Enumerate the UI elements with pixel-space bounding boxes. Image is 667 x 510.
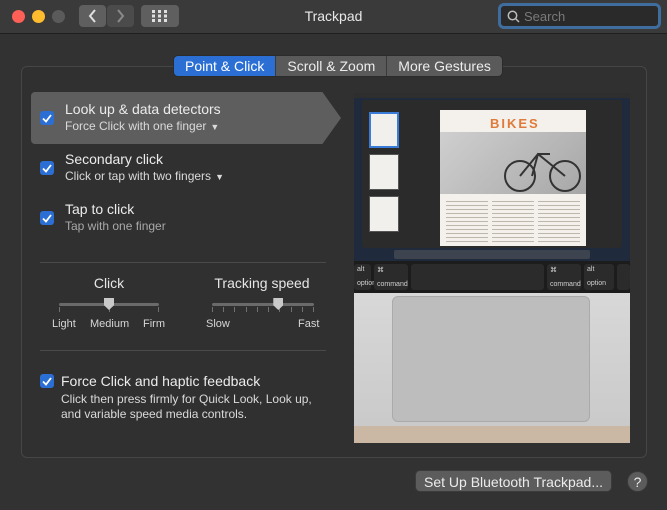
preview-thumbnail bbox=[369, 112, 399, 148]
preview-trackpad bbox=[392, 296, 590, 422]
preview-document: BIKES bbox=[440, 110, 586, 246]
preview-screen: BIKES bbox=[354, 93, 630, 261]
option-subtitle[interactable]: Force Click with one finger ▼ bbox=[65, 119, 219, 133]
key-label: option bbox=[587, 280, 607, 287]
tab-bar: Point & Click Scroll & Zoom More Gesture… bbox=[173, 55, 503, 77]
click-slider-label: Click bbox=[93, 275, 125, 291]
title-bar: Trackpad bbox=[0, 0, 667, 34]
tab-scroll-zoom[interactable]: Scroll & Zoom bbox=[276, 56, 388, 76]
tab-point-click[interactable]: Point & Click bbox=[174, 56, 277, 76]
tab-more-gestures[interactable]: More Gestures bbox=[387, 56, 502, 76]
setup-bluetooth-trackpad-button[interactable]: Set Up Bluetooth Trackpad... bbox=[415, 470, 612, 492]
preview-doc-heading: BIKES bbox=[490, 116, 540, 131]
preview-doc-columns bbox=[446, 198, 580, 242]
checkmark-icon bbox=[42, 163, 52, 173]
tracking-max-label: Fast bbox=[298, 318, 320, 330]
key-label: command bbox=[550, 281, 581, 288]
chevron-down-icon: ▼ bbox=[210, 122, 220, 132]
look-up-checkbox[interactable] bbox=[40, 111, 54, 125]
preview-menubar bbox=[354, 93, 630, 98]
option-title: Secondary click bbox=[65, 151, 164, 167]
key-label: command bbox=[377, 281, 408, 288]
gesture-preview: BIKES alt option ⌘ command ⌘ command alt opt… bbox=[354, 93, 630, 443]
chevron-down-icon: ▼ bbox=[215, 172, 224, 182]
preview-key-arrow bbox=[617, 264, 630, 290]
preview-thumbnail bbox=[369, 196, 399, 232]
preview-keyboard: alt option ⌘ command ⌘ command alt option bbox=[354, 261, 630, 293]
preview-thumbnails bbox=[366, 112, 402, 242]
tracking-slider-label: Tracking speed bbox=[214, 275, 310, 291]
preview-key-command: ⌘ command bbox=[374, 264, 408, 290]
option-tap-to-click[interactable]: Tap to click Tap with one finger bbox=[31, 192, 341, 244]
search-input[interactable] bbox=[524, 8, 644, 24]
option-title: Look up & data detectors bbox=[65, 101, 221, 117]
checkmark-icon bbox=[42, 376, 52, 386]
help-button[interactable]: ? bbox=[627, 471, 648, 492]
option-secondary-click[interactable]: Secondary click Click or tap with two fi… bbox=[31, 142, 341, 194]
tap-to-click-checkbox[interactable] bbox=[40, 211, 54, 225]
tracking-slider-ticks bbox=[212, 307, 314, 313]
preview-hand-area bbox=[354, 426, 630, 443]
search-icon bbox=[507, 10, 520, 23]
preview-bike-photo bbox=[440, 132, 586, 194]
preview-app-window: BIKES bbox=[362, 100, 622, 248]
force-click-title: Force Click and haptic feedback bbox=[61, 373, 261, 389]
command-icon: ⌘ bbox=[377, 267, 384, 274]
force-click-description: Click then press firmly for Quick Look, … bbox=[61, 392, 312, 421]
option-subtitle[interactable]: Click or tap with two fingers ▼ bbox=[65, 169, 224, 183]
divider bbox=[40, 262, 326, 263]
preview-key-option-right: alt option bbox=[584, 264, 614, 290]
tracking-min-label: Slow bbox=[206, 318, 230, 330]
bicycle-icon bbox=[504, 152, 581, 192]
preview-key-command-right: ⌘ command bbox=[547, 264, 581, 290]
option-title: Tap to click bbox=[65, 201, 135, 217]
command-icon: ⌘ bbox=[550, 267, 557, 274]
preview-dock bbox=[394, 250, 590, 259]
preview-key-option: alt option bbox=[354, 264, 377, 290]
search-field[interactable] bbox=[498, 3, 661, 29]
key-label: option bbox=[357, 280, 377, 287]
divider bbox=[40, 350, 326, 351]
option-subtitle-text: Force Click with one finger bbox=[65, 119, 207, 133]
preview-deck bbox=[354, 293, 630, 443]
option-look-up[interactable]: Look up & data detectors Force Click wit… bbox=[31, 92, 341, 144]
checkmark-icon bbox=[42, 213, 52, 223]
click-min-label: Light bbox=[52, 318, 76, 330]
force-click-checkbox[interactable] bbox=[40, 374, 54, 388]
tracking-slider-track[interactable] bbox=[212, 303, 314, 306]
option-subtitle-text: Click or tap with two fingers bbox=[65, 169, 212, 183]
preview-thumbnail bbox=[369, 154, 399, 190]
key-label: alt bbox=[357, 266, 365, 273]
click-mid-label: Medium bbox=[90, 318, 130, 330]
checkmark-icon bbox=[42, 113, 52, 123]
secondary-click-checkbox[interactable] bbox=[40, 161, 54, 175]
key-label: alt bbox=[587, 266, 595, 273]
preview-key-space bbox=[411, 264, 544, 290]
option-subtitle: Tap with one finger bbox=[65, 219, 166, 233]
click-max-label: Firm bbox=[143, 318, 165, 330]
